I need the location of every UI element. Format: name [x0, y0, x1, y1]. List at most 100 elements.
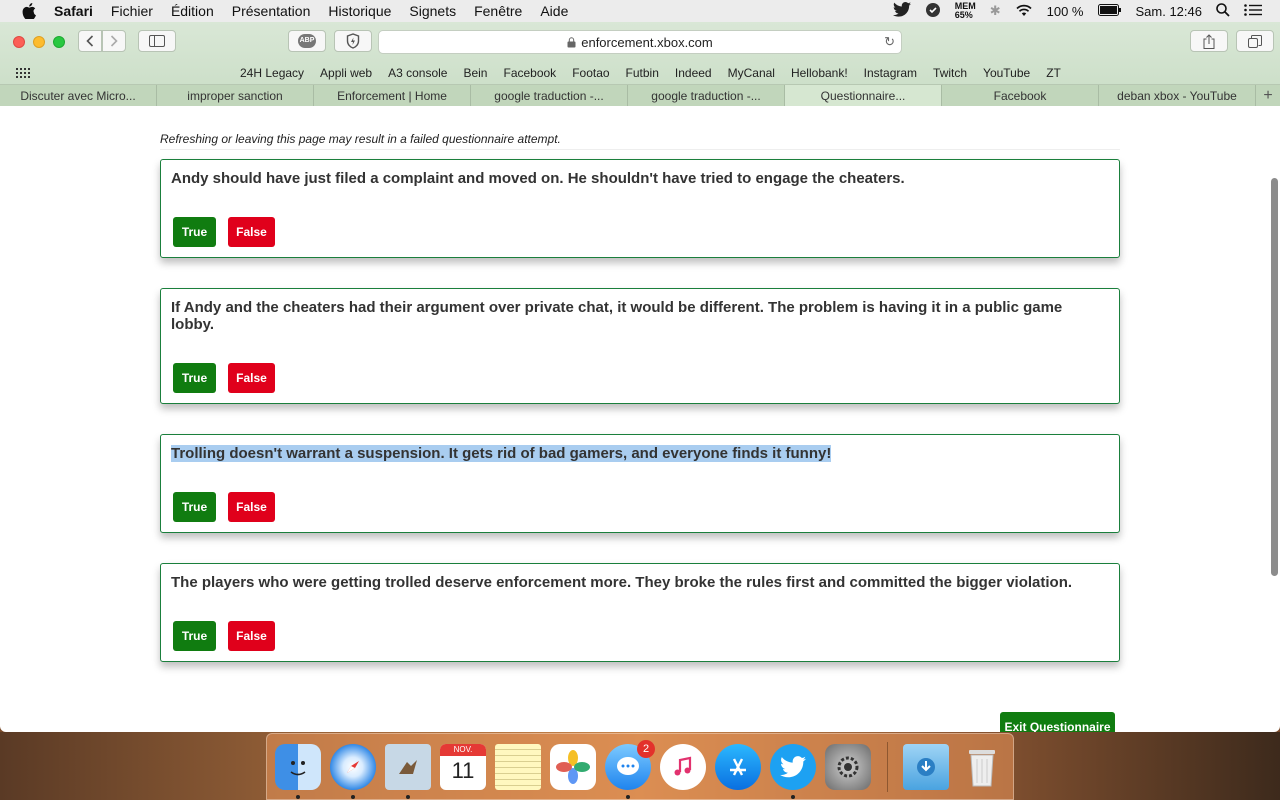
bookmark-twitch[interactable]: Twitch	[933, 66, 967, 80]
lock-icon	[567, 36, 576, 47]
twitter-icon[interactable]	[770, 744, 816, 790]
bookmark-24h-legacy[interactable]: 24H Legacy	[240, 66, 304, 80]
question-text: The players who were getting trolled des…	[171, 574, 1073, 591]
question-card: If Andy and the cheaters had their argum…	[160, 288, 1120, 404]
sidebar-toggle-button[interactable]	[138, 30, 176, 52]
activity-status-icon[interactable]	[925, 2, 941, 21]
apple-menu-icon[interactable]	[18, 0, 40, 22]
itunes-icon[interactable]	[660, 744, 706, 790]
back-button[interactable]	[78, 30, 102, 52]
true-button[interactable]: True	[173, 621, 216, 651]
mail-eagle-icon[interactable]	[385, 744, 431, 790]
finder-icon[interactable]	[275, 744, 321, 790]
web-page: Refreshing or leaving this page may resu…	[0, 106, 1280, 732]
twitter-status-icon[interactable]	[892, 2, 911, 20]
safari-icon[interactable]	[330, 744, 376, 790]
tab-deban-xbox-youtube[interactable]: deban xbox - YouTube	[1099, 85, 1256, 106]
tabs-overview-icon	[1248, 34, 1262, 48]
calendar-icon[interactable]: NOV. 11	[440, 744, 486, 790]
browser-toolbar: ABP enforcement.xbox.com ↻	[0, 22, 1280, 62]
minimize-window-button[interactable]	[33, 36, 45, 48]
share-button[interactable]	[1190, 30, 1228, 52]
notification-center-icon[interactable]	[1244, 3, 1262, 19]
notes-icon[interactable]	[495, 744, 541, 790]
tab-discuter-avec-microsoft[interactable]: Discuter avec Micro...	[0, 85, 157, 106]
question-text: Andy should have just filed a complaint …	[171, 170, 905, 187]
question-card: Andy should have just filed a complaint …	[160, 159, 1120, 258]
true-button[interactable]: True	[173, 492, 216, 522]
true-button[interactable]: True	[173, 217, 216, 247]
show-all-tabs-button[interactable]	[1236, 30, 1274, 52]
extension-shield-button[interactable]	[334, 30, 372, 52]
menu-fenetre[interactable]: Fenêtre	[474, 3, 522, 19]
abp-icon: ABP	[298, 34, 316, 48]
address-bar[interactable]: enforcement.xbox.com ↻	[378, 30, 902, 54]
bookmark-futbin[interactable]: Futbin	[626, 66, 659, 80]
battery-percentage[interactable]: 100 %	[1047, 4, 1084, 19]
tab-facebook[interactable]: Facebook	[942, 85, 1099, 106]
bookmark-mycanal[interactable]: MyCanal	[728, 66, 775, 80]
running-indicator	[351, 795, 355, 799]
bookmark-zt[interactable]: ZT	[1046, 66, 1061, 80]
trash-icon[interactable]	[959, 744, 1005, 790]
wifi-icon[interactable]	[1015, 3, 1033, 20]
bookmark-bein[interactable]: Bein	[463, 66, 487, 80]
bookmark-a3-console[interactable]: A3 console	[388, 66, 447, 80]
bluetooth-icon[interactable]: ✱	[990, 3, 1001, 19]
bookmark-hellobank[interactable]: Hellobank!	[791, 66, 848, 80]
menu-app-safari[interactable]: Safari	[54, 3, 93, 19]
true-button[interactable]: True	[173, 363, 216, 393]
false-button[interactable]: False	[228, 621, 275, 651]
bookmark-indeed[interactable]: Indeed	[675, 66, 712, 80]
memory-indicator[interactable]: MEM 65%	[955, 2, 976, 20]
question-card: The players who were getting trolled des…	[160, 563, 1120, 662]
adblock-plus-button[interactable]: ABP	[288, 30, 326, 52]
false-button[interactable]: False	[228, 217, 275, 247]
menu-signets[interactable]: Signets	[409, 3, 456, 19]
menu-historique[interactable]: Historique	[328, 3, 391, 19]
app-store-icon[interactable]	[715, 744, 761, 790]
running-indicator	[791, 795, 795, 799]
menu-edition[interactable]: Édition	[171, 3, 214, 19]
sidebar-icon	[149, 35, 165, 47]
new-tab-button[interactable]: +	[1256, 85, 1280, 106]
url-text: enforcement.xbox.com	[581, 34, 713, 50]
browser-chrome: ABP enforcement.xbox.com ↻ 24H Legacy Ap…	[0, 22, 1280, 106]
downloads-folder-icon[interactable]	[903, 744, 949, 790]
bookmark-footao[interactable]: Footao	[572, 66, 609, 80]
memory-value: 65%	[954, 10, 973, 20]
spotlight-search-icon[interactable]	[1216, 2, 1230, 20]
false-button[interactable]: False	[228, 363, 275, 393]
false-button[interactable]: False	[228, 492, 275, 522]
tab-google-traduction-1[interactable]: google traduction -...	[471, 85, 628, 106]
tab-improper-sanction[interactable]: improper sanction	[157, 85, 314, 106]
running-indicator	[296, 795, 300, 799]
bookmark-facebook[interactable]: Facebook	[503, 66, 556, 80]
question-text: If Andy and the cheaters had their argum…	[171, 299, 1063, 333]
zoom-window-button[interactable]	[53, 36, 65, 48]
clock[interactable]: Sam. 12:46	[1136, 4, 1203, 19]
menu-fichier[interactable]: Fichier	[111, 3, 153, 19]
selected-text: Trolling doesn't warrant a suspension. I…	[171, 445, 832, 462]
menu-presentation[interactable]: Présentation	[232, 3, 311, 19]
reload-icon[interactable]: ↻	[884, 34, 895, 50]
bookmark-instagram[interactable]: Instagram	[864, 66, 917, 80]
bookmark-youtube[interactable]: YouTube	[983, 66, 1030, 80]
messages-icon[interactable]: 2	[605, 740, 655, 790]
favorites-grid-icon[interactable]	[16, 68, 30, 78]
tab-google-traduction-2[interactable]: google traduction -...	[628, 85, 785, 106]
dock-separator	[887, 742, 888, 792]
bookmark-appli-web[interactable]: Appli web	[320, 66, 372, 80]
photos-icon[interactable]	[550, 744, 596, 790]
tab-enforcement-home[interactable]: Enforcement | Home	[314, 85, 471, 106]
page-scrollbar[interactable]	[1271, 178, 1278, 576]
exit-questionnaire-button[interactable]: Exit Questionnaire	[1000, 712, 1115, 732]
tab-questionnaire[interactable]: Questionnaire...	[785, 85, 942, 106]
menu-aide[interactable]: Aide	[540, 3, 568, 19]
close-window-button[interactable]	[13, 36, 25, 48]
system-preferences-icon[interactable]	[825, 744, 871, 790]
running-indicator	[406, 795, 410, 799]
battery-icon[interactable]	[1097, 3, 1122, 19]
forward-button[interactable]	[102, 30, 126, 52]
running-indicator	[626, 795, 630, 799]
